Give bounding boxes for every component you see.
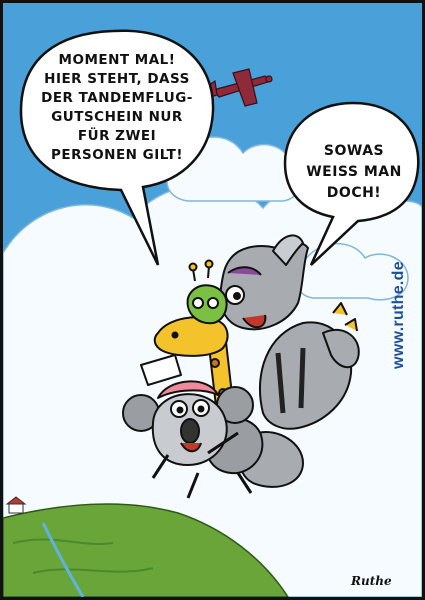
speech-left-line: PERSONEN GILT! (50, 147, 184, 163)
speech-right-line: SOWAS (323, 143, 385, 159)
speech-right-line: DOCH! (326, 185, 382, 201)
speech-left-line: GUTSCHEIN NUR (51, 109, 183, 125)
speech-left-line: MOMENT MAL! (58, 52, 176, 68)
speech-left-line: HIER STEHT, DASS (44, 71, 190, 87)
artist-signature: Ruthe (351, 574, 392, 588)
speech-text-left: MOMENT MAL! HIER STEHT, DASS DER TANDEMF… (33, 51, 201, 165)
speech-right-line: WEISS MAN (306, 164, 402, 180)
speech-text-right: SOWAS WEISS MAN DOCH! (295, 141, 413, 204)
speech-left-line: DER TANDEMFLUG- (41, 90, 193, 106)
website-url: www.ruthe.de (390, 261, 407, 369)
speech-left-line: FÜR ZWEI (77, 128, 157, 144)
comic-panel: MOMENT MAL! HIER STEHT, DASS DER TANDEMF… (0, 0, 425, 600)
